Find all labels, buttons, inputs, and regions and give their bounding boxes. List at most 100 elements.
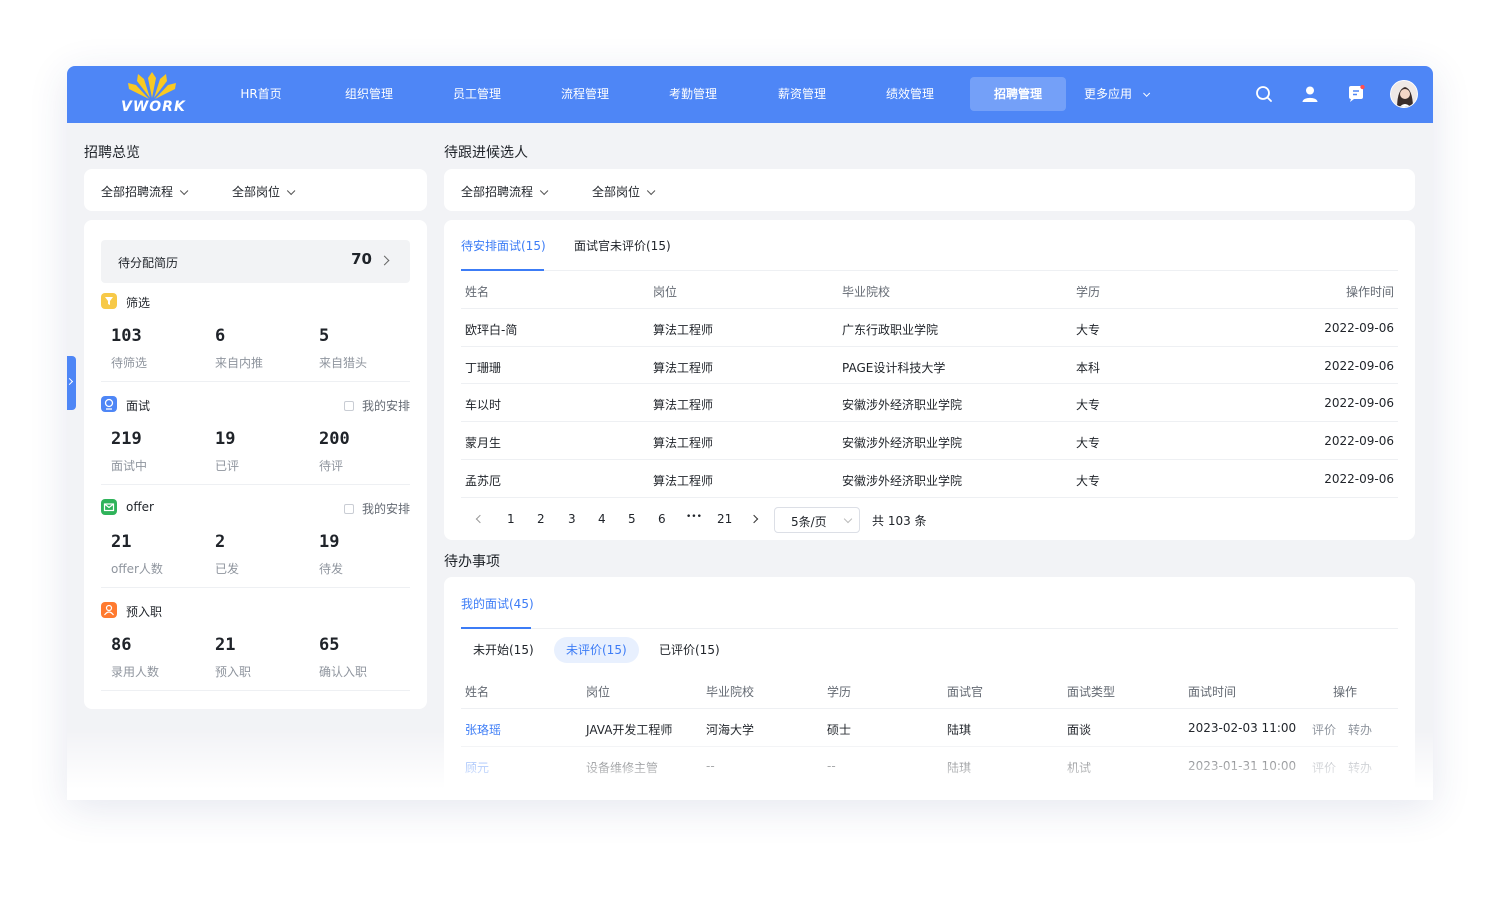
my-arrangement-label: 我的安排 [361,502,410,516]
column-header: 面试时间 [1188,685,1237,699]
nav-item-salary[interactable]: 薪资管理 [768,77,836,111]
cell-position: 设备维修主管 [586,761,659,775]
chevron-down-icon [286,186,296,196]
stat-value[interactable]: 2 [215,532,225,552]
review-action[interactable]: 评价 [1312,759,1336,776]
divider [101,587,410,588]
column-header: 操作时间 [1345,285,1394,299]
stat-label: 确认入职 [319,665,368,679]
search-icon[interactable] [1255,85,1273,103]
candidates-filter-bar: 全部招聘流程 全部岗位 [444,169,1415,211]
stat-value[interactable]: 65 [319,635,339,655]
nav-item-employee[interactable]: 员工管理 [443,77,511,111]
filter-not-started[interactable]: 未开始(15) [461,637,546,663]
row-divider [461,383,1398,384]
nav-item-hr-home[interactable]: HR首页 [227,77,295,111]
stat-value[interactable]: 19 [215,429,235,449]
process-dropdown[interactable]: 全部招聘流程 [101,183,189,200]
checkbox-icon [343,504,354,514]
nav-item-attendance[interactable]: 考勤管理 [659,77,727,111]
position-dropdown-label: 全部岗位 [232,185,281,199]
nav-item-more-apps[interactable]: 更多应用 [1084,77,1156,111]
cell-school: 安徽涉外经济职业学院 [842,436,963,450]
column-header: 面试类型 [1067,685,1116,699]
chevron-down-icon [646,186,656,196]
cell-name-link[interactable]: 顾元 [465,759,489,776]
stat-value[interactable]: 103 [111,326,142,346]
nav-item-org[interactable]: 组织管理 [335,77,403,111]
cell-time: 2023-02-03 11:00 [1188,721,1297,735]
my-arrangement-checkbox[interactable]: 我的安排 [343,397,410,414]
prev-page-icon[interactable] [475,514,485,524]
chevron-down-icon [1142,89,1151,97]
page-number[interactable]: 4 [598,512,606,526]
pending-resumes-count: 70 [351,250,372,268]
person-glyph [104,604,114,616]
stat-value[interactable]: 219 [111,429,142,449]
process-dropdown[interactable]: 全部招聘流程 [461,183,549,200]
nav-item-process[interactable]: 流程管理 [551,77,619,111]
cell-degree: 大专 [1076,436,1101,450]
process-dropdown-label: 全部招聘流程 [461,185,534,199]
cell-school: PAGE设计科技大学 [842,361,946,375]
todo-card: 我的面试(45) 未开始(15) 未评价(15) 已评价(15) 姓名 岗位 毕… [444,577,1415,800]
row-divider [461,497,1398,498]
transfer-action[interactable]: 转办 [1348,759,1372,776]
user-icon[interactable] [1301,85,1319,103]
stat-value[interactable]: 19 [319,532,339,552]
person-icon [101,602,117,618]
stat-value[interactable]: 21 [215,635,235,655]
row-divider [461,746,1398,747]
next-page-icon[interactable] [749,514,759,524]
tab-my-interviews[interactable]: 我的面试(45) [461,595,534,612]
cell-degree: 大专 [1076,398,1101,412]
page-number[interactable]: 5 [628,512,636,526]
page-number[interactable]: 3 [568,512,576,526]
filter-reviewed[interactable]: 已评价(15) [647,637,732,663]
position-dropdown[interactable]: 全部岗位 [232,183,296,200]
my-arrangement-label: 我的安排 [361,399,410,413]
position-dropdown[interactable]: 全部岗位 [592,183,656,200]
position-dropdown-label: 全部岗位 [592,185,641,199]
filter-unreviewed[interactable]: 未评价(15) [554,637,639,663]
pagination-total: 共 103 条 [872,514,927,528]
my-arrangement-checkbox[interactable]: 我的安排 [343,500,410,517]
cell-time: 2023-01-31 10:00 [1188,759,1297,773]
interview-icon [101,396,117,412]
todo-title: 待办事项 [444,554,500,570]
tab-unreviewed[interactable]: 面试官未评价(15) [574,237,671,254]
vwork-logo[interactable]: VWORK [119,72,185,116]
column-header: 毕业院校 [706,685,755,699]
stat-value[interactable]: 200 [319,429,350,449]
cell-degree: 本科 [1076,361,1101,375]
column-header: 学历 [1076,285,1101,299]
message-icon[interactable] [1347,85,1365,103]
cell-name-link[interactable]: 张珞瑶 [465,721,501,738]
tab-pending-interview[interactable]: 待安排面试(15) [461,237,546,254]
page-size-select[interactable]: 5条/页 [774,507,860,533]
nav-item-recruitment[interactable]: 招聘管理 [970,77,1066,111]
stat-value[interactable]: 5 [319,326,329,346]
overview-card: 待分配简历 70 筛选 103 待筛选 6 来自内推 5 来自猎头 面试 我的安… [84,220,427,709]
page-number[interactable]: 21 [717,512,732,526]
chevron-down-icon [539,186,549,196]
page-number[interactable]: 6 [658,512,666,526]
group-title-screening: 筛选 [126,296,151,310]
stat-label: 面试中 [111,459,148,473]
page-number[interactable]: 2 [537,512,545,526]
review-action[interactable]: 评价 [1312,721,1336,738]
page-number[interactable]: 1 [507,512,515,526]
nav-item-performance[interactable]: 绩效管理 [876,77,944,111]
stat-value[interactable]: 86 [111,635,131,655]
stat-value[interactable]: 21 [111,532,131,552]
cell-degree: 大专 [1076,474,1101,488]
cell-school: 安徽涉外经济职业学院 [842,474,963,488]
transfer-action[interactable]: 转办 [1348,721,1372,738]
cell-position: 算法工程师 [653,361,714,375]
page-ellipsis[interactable]: ••• [686,512,702,522]
pending-resumes-row[interactable]: 待分配简历 70 [101,240,410,283]
stat-value[interactable]: 6 [215,326,225,346]
avatar[interactable] [1390,80,1418,108]
stat-label: 已发 [215,562,240,576]
sidebar-toggle[interactable] [67,356,76,410]
